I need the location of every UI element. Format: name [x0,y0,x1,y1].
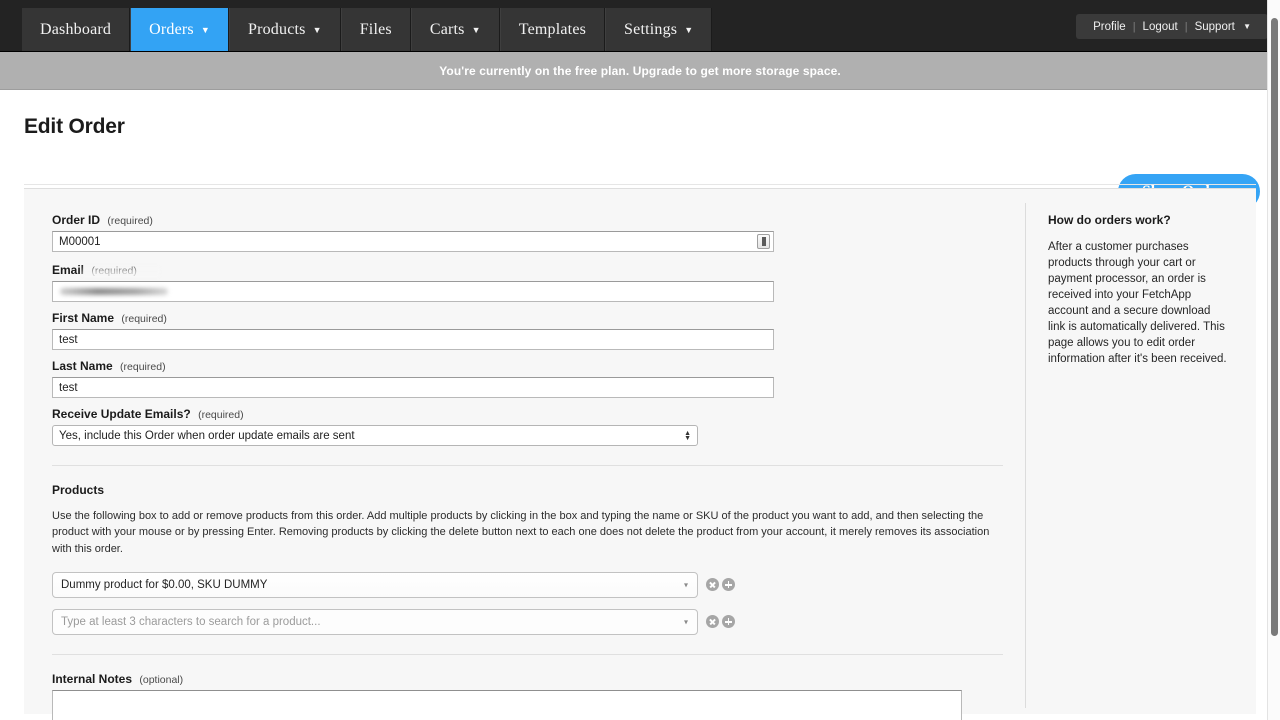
help-sidebar: How do orders work? After a customer pur… [1026,189,1256,714]
select-value: Yes, include this Order when order updat… [59,430,355,442]
page-scrollbar[interactable] [1267,0,1280,720]
scrollbar-thumb[interactable] [1271,18,1278,636]
field-internal-notes: Internal Notes (optional) [52,672,1025,720]
chevron-down-icon: ▼ [313,26,322,35]
internal-notes-textarea[interactable] [52,690,962,720]
order-id-label: Order ID (required) [52,213,1025,227]
section-divider [52,465,1003,466]
required-hint: (required) [121,313,167,325]
internal-notes-label: Internal Notes (optional) [52,672,1025,686]
email-input-wrap [52,281,774,302]
nav-tab-label: Templates [519,21,586,39]
profile-link[interactable]: Profile [1086,21,1133,33]
free-plan-banner[interactable]: You're currently on the free plan. Upgra… [0,52,1280,90]
products-section-title: Products [52,483,1025,497]
content-panel: Order ID (required) Email (required) [24,188,1256,714]
product-select-value: Dummy product for $0.00, SKU DUMMY [61,579,267,591]
field-order-id: Order ID (required) [52,213,1025,252]
label-text: Last Name [52,359,113,373]
field-receive-update-emails: Receive Update Emails? (required) Yes, i… [52,407,1025,446]
field-first-name: First Name (required) [52,311,1025,350]
help-title: How do orders work? [1048,213,1236,227]
redacted-email-value [60,288,168,295]
nav-tab-orders[interactable]: Orders ▼ [130,8,229,51]
add-circle-icon[interactable] [722,615,735,628]
required-hint: (required) [120,361,166,373]
order-form: Order ID (required) Email (required) [24,189,1025,714]
help-body: After a customer purchases products thro… [1048,239,1228,367]
autofill-icon[interactable] [757,234,770,249]
chevron-down-icon: ▼ [201,26,210,35]
first-name-input[interactable] [52,329,774,350]
product-row: Dummy product for $0.00, SKU DUMMY ▾ [52,572,1025,598]
chevron-down-icon: ▼ [1243,22,1251,31]
nav-tab-label: Dashboard [40,21,111,39]
required-hint: (required) [198,409,244,421]
add-circle-icon[interactable] [722,578,735,591]
nav-tab-carts[interactable]: Carts ▼ [411,8,500,51]
nav-tab-label: Products [248,21,306,39]
optional-hint: (optional) [139,674,183,686]
select-stepper-icon: ▲▼ [684,431,691,441]
header-divider [24,184,1256,185]
receive-update-emails-select[interactable]: Yes, include this Order when order updat… [52,425,698,446]
page-title: Edit Order [24,115,125,139]
nav-tab-settings[interactable]: Settings ▼ [605,8,712,51]
label-text: First Name [52,311,114,325]
label-text: Email [52,263,84,277]
nav-tab-label: Carts [430,21,465,39]
page-header: Edit Order Show Order ▸ [0,90,1280,188]
product-row: Type at least 3 characters to search for… [52,609,1025,635]
chevron-down-icon: ▾ [684,580,688,589]
label-text: Internal Notes [52,672,132,686]
label-text: Receive Update Emails? [52,407,191,421]
order-id-input-wrap [52,231,774,252]
last-name-input[interactable] [52,377,774,398]
nav-tab-label: Orders [149,21,194,39]
top-navigation-bar: Dashboard Orders ▼ Products ▼ Files Cart… [0,0,1280,52]
receive-update-emails-label: Receive Update Emails? (required) [52,407,1025,421]
nav-tab-label: Files [360,21,392,39]
product-select-placeholder: Type at least 3 characters to search for… [61,616,321,628]
banner-text: You're currently on the free plan. Upgra… [439,64,841,78]
nav-tab-files[interactable]: Files [341,8,411,51]
chevron-down-icon: ▼ [684,26,693,35]
nav-tab-templates[interactable]: Templates [500,8,605,51]
remove-circle-icon[interactable] [706,615,719,628]
chevron-down-icon: ▼ [472,26,481,35]
nav-tab-dashboard[interactable]: Dashboard [22,8,130,51]
first-name-label: First Name (required) [52,311,1025,325]
nav-tab-list: Dashboard Orders ▼ Products ▼ Files Cart… [22,0,712,51]
chevron-down-icon: ▾ [684,617,688,626]
support-label: Support [1195,21,1235,33]
order-id-input[interactable] [52,231,774,252]
nav-tab-label: Settings [624,21,677,39]
products-description: Use the following box to add or remove p… [52,508,992,557]
section-divider [52,654,1003,655]
nav-tab-products[interactable]: Products ▼ [229,8,341,51]
product-select-2[interactable]: Type at least 3 characters to search for… [52,609,698,635]
label-text: Order ID [52,213,100,227]
product-select-1[interactable]: Dummy product for $0.00, SKU DUMMY ▾ [52,572,698,598]
email-label: Email (required) [52,263,137,277]
field-email: Email (required) [52,261,1025,302]
required-hint: (required) [91,265,137,277]
account-menu: Profile | Logout | Support ▼ [1076,14,1268,39]
logout-link[interactable]: Logout [1136,21,1185,33]
last-name-label: Last Name (required) [52,359,1025,373]
field-last-name: Last Name (required) [52,359,1025,398]
remove-circle-icon[interactable] [706,578,719,591]
required-hint: (required) [107,215,153,227]
support-link[interactable]: Support ▼ [1188,21,1258,33]
